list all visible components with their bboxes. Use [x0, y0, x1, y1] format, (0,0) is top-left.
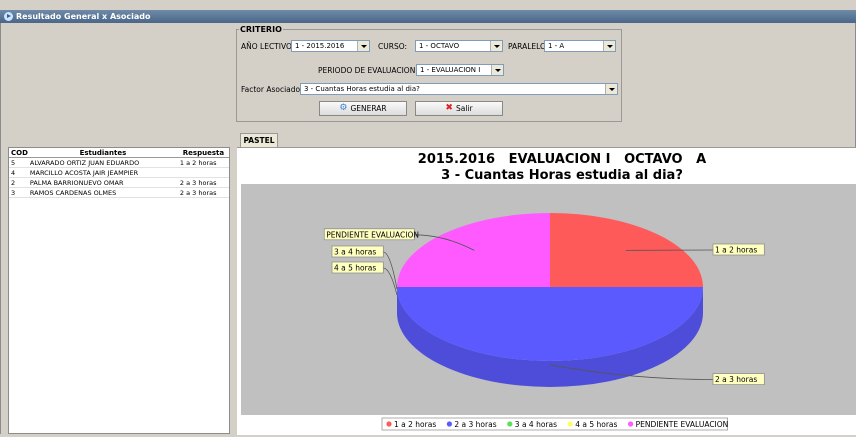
chart-panel: 2015.2016 EVALUACION I OCTAVO A 3 - Cuan… [237, 147, 856, 435]
slice-label-text: 3 a 4 horas [334, 248, 376, 257]
legend-marker-1-a-2-horas [386, 421, 391, 426]
chevron-down-icon[interactable] [357, 41, 369, 51]
generate-icon: ⚙ [339, 102, 347, 115]
legend-marker-4-a-5-horas [568, 421, 573, 426]
column-header-estudiantes[interactable]: Estudiantes [28, 148, 178, 158]
table-header-row: COD Estudiantes Respuesta [9, 148, 229, 158]
cell-cod: 3 [9, 188, 28, 198]
table-row[interactable]: 3RAMOS CARDENAS OLMES2 a 3 horas [9, 188, 229, 198]
factor-label: Factor Asociado: [241, 85, 303, 94]
legend-item-4-a-5-horas: 4 a 5 horas [575, 420, 617, 429]
factor-value: 3 - Cuantas Horas estudia al dia? [304, 85, 420, 93]
slice-label-text: 2 a 3 horas [715, 375, 757, 384]
paralelo-value: 1 - A [548, 42, 564, 50]
curso-select[interactable]: 1 - OCTAVO [415, 40, 503, 52]
anio-lectivo-select[interactable]: 1 - 2015.2016 [291, 40, 370, 52]
close-icon: ✖ [445, 102, 453, 115]
paralelo-label: PARALELO: [508, 42, 548, 51]
periodo-label: PERIODO DE EVALUACION: [318, 66, 418, 75]
salir-label: Salir [456, 104, 473, 113]
slice-label-text: 1 a 2 horas [715, 246, 757, 255]
cell-estudiante: MARCILLO ACOSTA JAIR JEAMPIER [28, 168, 178, 178]
legend-marker-pendiente-evaluacion [628, 421, 633, 426]
pie-layer [397, 213, 703, 387]
slice-label-text: 4 a 5 horas [334, 264, 376, 273]
column-header-cod[interactable]: COD [9, 148, 28, 158]
table-row[interactable]: 4MARCILLO ACOSTA JAIR JEAMPIER [9, 168, 229, 178]
slice-label-text: PENDIENTE EVALUACION [326, 230, 419, 239]
legend-marker-3-a-4-horas [507, 421, 512, 426]
chart-legend: 1 a 2 horas 2 a 3 horas 3 a 4 horas 4 a 5 h… [382, 418, 728, 430]
factor-select[interactable]: 3 - Cuantas Horas estudia al dia? [300, 83, 618, 95]
window-titlebar: Resultado General x Asociado [0, 10, 856, 23]
chevron-down-icon[interactable] [603, 41, 615, 51]
pie-chart: 2015.2016 EVALUACION I OCTAVO A 3 - Cuan… [237, 148, 856, 435]
legend-marker-2-a-3-horas [447, 421, 452, 426]
cell-respuesta: 2 a 3 horas [178, 188, 229, 198]
cell-respuesta [178, 168, 229, 178]
curso-value: 1 - OCTAVO [419, 42, 459, 50]
cell-cod: 2 [9, 178, 28, 188]
cell-cod: 4 [9, 168, 28, 178]
anio-lectivo-label: AÑO LECTIVO: [241, 42, 294, 51]
chevron-down-icon[interactable] [491, 65, 503, 75]
generar-label: GENERAR [350, 104, 386, 113]
periodo-select[interactable]: 1 - EVALUACION I [416, 64, 504, 76]
legend-item-1-a-2-horas: 1 a 2 horas [394, 420, 436, 429]
table-row[interactable]: 2PALMA BARRIONUEVO OMAR2 a 3 horas [9, 178, 229, 188]
table-row[interactable]: 5ALVARADO ORTIZ JUAN EDUARDO1 a 2 horas [9, 158, 229, 168]
cell-estudiante: RAMOS CARDENAS OLMES [28, 188, 178, 198]
periodo-value: 1 - EVALUACION I [420, 66, 480, 74]
legend-item-pendiente-evaluacion: PENDIENTE EVALUACION [636, 420, 729, 429]
cell-respuesta: 2 a 3 horas [178, 178, 229, 188]
criterio-legend: CRITERIO [239, 25, 283, 34]
tab-pastel[interactable]: PASTEL [240, 133, 278, 147]
chart-title: 2015.2016 EVALUACION I OCTAVO A [418, 152, 706, 167]
anio-lectivo-value: 1 - 2015.2016 [295, 42, 344, 50]
chevron-down-icon[interactable] [605, 84, 617, 94]
students-table: COD Estudiantes Respuesta 5ALVARADO ORTI… [9, 148, 229, 198]
app-icon [4, 12, 13, 21]
cell-estudiante: ALVARADO ORTIZ JUAN EDUARDO [28, 158, 178, 168]
column-header-respuesta[interactable]: Respuesta [178, 148, 229, 158]
students-table-panel: COD Estudiantes Respuesta 5ALVARADO ORTI… [8, 147, 230, 434]
chart-subtitle: 3 - Cuantas Horas estudia al dia? [441, 168, 683, 183]
paralelo-select[interactable]: 1 - A [544, 40, 616, 52]
legend-item-3-a-4-horas: 3 a 4 horas [515, 420, 557, 429]
legend-item-2-a-3-horas: 2 a 3 horas [454, 420, 496, 429]
curso-label: CURSO: [378, 42, 407, 51]
generar-button[interactable]: ⚙GENERAR [319, 101, 407, 116]
salir-button[interactable]: ✖Salir [415, 101, 503, 116]
window-title: Resultado General x Asociado [16, 12, 151, 21]
cell-estudiante: PALMA BARRIONUEVO OMAR [28, 178, 178, 188]
chevron-down-icon[interactable] [490, 41, 502, 51]
cell-cod: 5 [9, 158, 28, 168]
cell-respuesta: 1 a 2 horas [178, 158, 229, 168]
